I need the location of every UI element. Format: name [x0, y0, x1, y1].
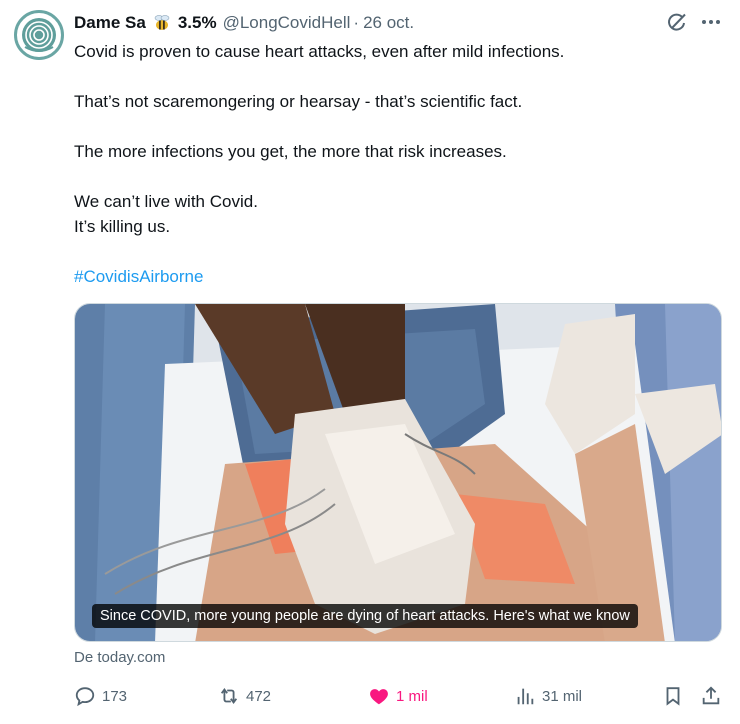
- card-image: [75, 304, 721, 641]
- like-count: 1 mil: [396, 687, 428, 705]
- share-icon: [702, 686, 720, 705]
- tweet-line: Covid is proven to cause heart attacks, …: [74, 42, 565, 61]
- views-count: 31 mil: [542, 687, 583, 705]
- reply-icon: [75, 687, 95, 707]
- tweet-line: That’s not scaremongering or hearsay - t…: [74, 92, 523, 111]
- more-icon[interactable]: [699, 11, 723, 33]
- grok-icon[interactable]: [666, 11, 688, 33]
- retweet-count: 472: [246, 687, 272, 705]
- separator-dot: ·: [353, 13, 360, 32]
- bookmark-icon: [666, 687, 680, 706]
- bookmark-button[interactable]: [662, 682, 684, 710]
- retweet-button[interactable]: 472: [218, 682, 271, 710]
- reply-count: 173: [102, 687, 128, 705]
- tweet-date[interactable]: 26 oct.: [363, 13, 414, 33]
- action-bar: 173 472 1 mil 31 mil: [74, 682, 724, 710]
- avatar[interactable]: [14, 10, 64, 60]
- views-icon: [517, 688, 534, 705]
- tweet-text: Covid is proven to cause heart attacks, …: [74, 39, 714, 289]
- tweet-line: It’s killing us.: [74, 217, 171, 236]
- avatar-logo: [18, 14, 60, 56]
- card-source[interactable]: De today.com: [74, 649, 165, 666]
- retweet-icon: [220, 688, 238, 704]
- share-button[interactable]: [700, 682, 722, 710]
- heart-icon: [370, 689, 388, 705]
- hashtag-link[interactable]: #CovidisAirborne: [74, 264, 714, 289]
- reply-button[interactable]: 173: [74, 682, 127, 710]
- tweet-header: Dame Sa 3.5% @LongCovidHell · 26 oct.: [74, 11, 670, 35]
- author-name[interactable]: Dame Sa: [74, 13, 146, 33]
- author-handle[interactable]: @LongCovidHell: [223, 13, 351, 33]
- card-caption: Since COVID, more young people are dying…: [92, 604, 638, 628]
- like-button[interactable]: 1 mil: [368, 682, 428, 710]
- tweet: Dame Sa 3.5% @LongCovidHell · 26 oct. Co…: [0, 0, 740, 724]
- tweet-line: The more infections you get, the more th…: [74, 142, 507, 161]
- views-button[interactable]: 31 mil: [514, 682, 582, 710]
- bee-icon: [152, 13, 172, 33]
- link-card[interactable]: Since COVID, more young people are dying…: [74, 303, 722, 642]
- tweet-line: We can’t live with Covid.: [74, 192, 258, 211]
- author-badge-text: 3.5%: [177, 13, 217, 32]
